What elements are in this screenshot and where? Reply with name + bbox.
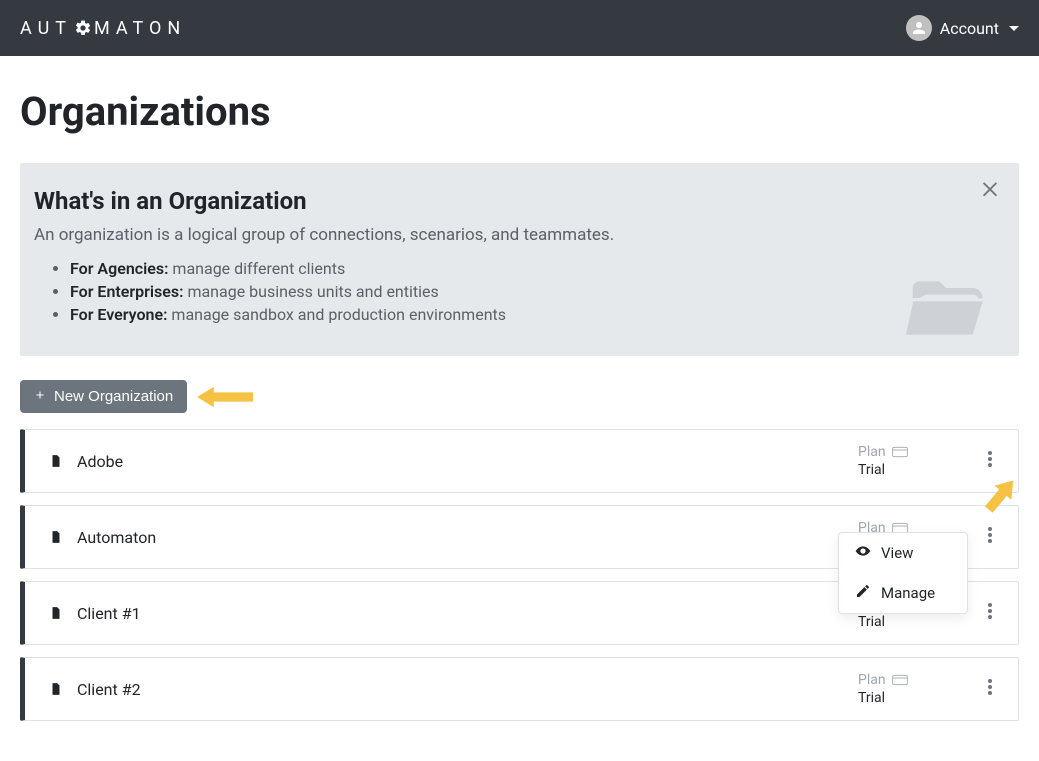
kebab-icon [988, 603, 992, 619]
organization-name: Adobe [77, 452, 123, 471]
plan-label-text: Plan [858, 444, 886, 460]
info-bullet: For Agencies: manage different clients [70, 259, 989, 278]
card-icon [892, 674, 908, 686]
page-title: Organizations [20, 88, 1019, 135]
brand-text-left: AUT [20, 18, 72, 39]
organization-list: Adobe Plan Trial Automaton [20, 429, 1019, 721]
organization-row[interactable]: Adobe Plan Trial [20, 429, 1019, 493]
file-icon [49, 605, 63, 621]
organization-name: Client #1 [77, 604, 141, 623]
main-content: Organizations What's in an Organization … [0, 88, 1039, 761]
plan-value: Trial [858, 614, 968, 630]
gear-icon [74, 19, 92, 37]
eye-icon [855, 543, 871, 563]
card-icon [892, 446, 908, 458]
file-icon [49, 529, 63, 545]
file-icon [49, 681, 63, 697]
brand-logo[interactable]: AUT MATON [20, 18, 186, 39]
file-icon [49, 453, 63, 469]
plan-value: Trial [858, 690, 968, 706]
close-icon[interactable] [979, 177, 1001, 203]
plan-value: Trial [858, 462, 968, 478]
dropdown-item-view[interactable]: View [839, 533, 967, 573]
account-menu[interactable]: Account [906, 15, 1019, 41]
plan-label-text: Plan [858, 672, 886, 688]
new-org-label: New Organization [54, 388, 173, 405]
info-bullet-rest: manage different clients [168, 259, 345, 278]
pencil-icon [855, 583, 871, 603]
organization-row[interactable]: Automaton Plan Inte View [20, 505, 1019, 569]
dropdown-item-label: Manage [881, 584, 935, 602]
info-bullet-list: For Agencies: manage different clients F… [34, 259, 989, 324]
brand-text-right: MATON [94, 18, 186, 39]
info-bullet-strong: For Agencies: [70, 259, 168, 278]
account-label: Account [940, 19, 999, 38]
info-description: An organization is a logical group of co… [34, 225, 989, 245]
info-bullet-strong: For Everyone: [70, 305, 167, 324]
row-actions-menu-trigger[interactable] [984, 599, 996, 627]
info-bullet: For Everyone: manage sandbox and product… [70, 305, 989, 324]
info-bullet-rest: manage business units and entities [183, 282, 438, 301]
info-title: What's in an Organization [34, 187, 989, 215]
row-actions-menu-trigger[interactable] [984, 447, 996, 475]
info-bullet-rest: manage sandbox and production environmen… [167, 305, 506, 324]
kebab-icon [988, 451, 992, 467]
organization-name: Client #2 [77, 680, 141, 699]
info-bullet-strong: For Enterprises: [70, 282, 183, 301]
kebab-icon [988, 679, 992, 695]
plan-label: Plan [858, 444, 968, 460]
plan-label: Plan [858, 672, 968, 688]
top-nav: AUT MATON Account [0, 0, 1039, 56]
dropdown-item-label: View [881, 544, 913, 562]
new-organization-button[interactable]: New Organization [20, 380, 187, 413]
row-actions-menu-trigger[interactable] [984, 675, 996, 703]
new-org-row: New Organization [20, 380, 1019, 413]
row-actions-dropdown: View Manage [838, 532, 968, 614]
annotation-arrow-left-icon [197, 384, 253, 410]
info-panel: What's in an Organization An organizatio… [20, 163, 1019, 356]
info-bullet: For Enterprises: manage business units a… [70, 282, 989, 301]
organization-row[interactable]: Client #2 Plan Trial [20, 657, 1019, 721]
organization-name: Automaton [77, 528, 156, 547]
dropdown-item-manage[interactable]: Manage [839, 573, 967, 613]
avatar-icon [906, 15, 932, 41]
caret-down-icon [1009, 26, 1019, 31]
kebab-icon [988, 527, 992, 543]
row-actions-menu-trigger[interactable] [984, 523, 996, 551]
plus-icon [34, 388, 46, 405]
folder-open-icon [891, 268, 1001, 352]
annotation-arrow-down-icon [978, 472, 1024, 518]
